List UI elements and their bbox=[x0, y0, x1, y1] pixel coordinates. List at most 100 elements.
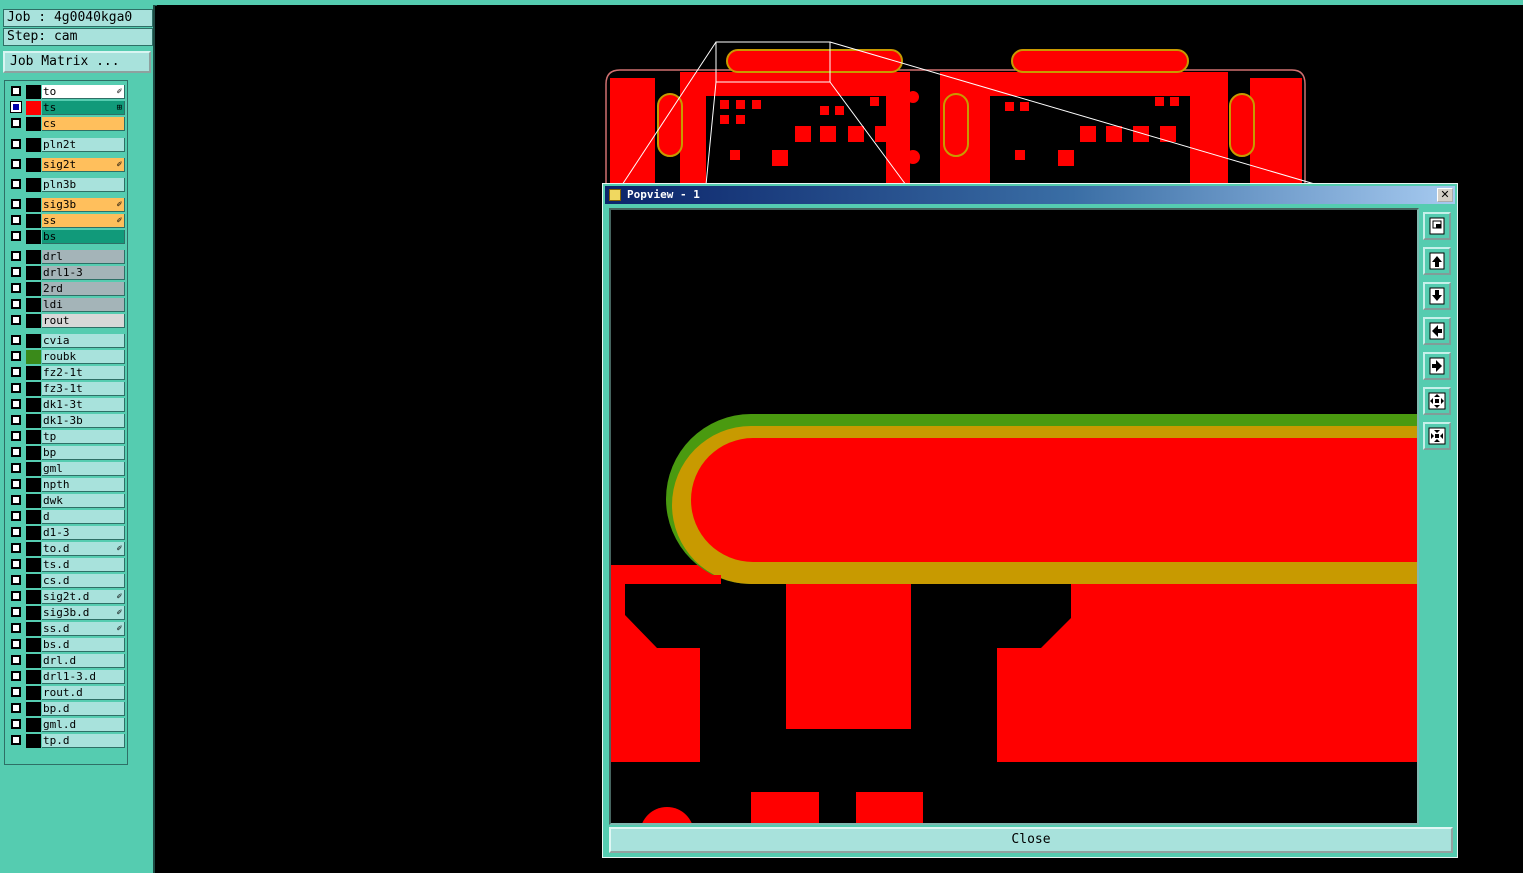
layer-checkbox[interactable] bbox=[11, 703, 21, 713]
layer-row[interactable]: ss.d ✐ bbox=[7, 621, 127, 637]
layer-row[interactable]: to ✐ bbox=[7, 84, 127, 100]
layer-row[interactable]: dk1-3t bbox=[7, 397, 127, 413]
layer-checkbox[interactable] bbox=[11, 575, 21, 585]
close-button[interactable]: Close bbox=[609, 827, 1453, 853]
layer-name[interactable]: npth bbox=[42, 478, 125, 492]
layer-color-swatch[interactable] bbox=[26, 478, 41, 492]
layer-name[interactable]: ss ✐ bbox=[42, 214, 125, 228]
layer-row[interactable]: tp.d bbox=[7, 733, 127, 749]
layer-color-swatch[interactable] bbox=[26, 266, 41, 280]
layer-checkbox[interactable] bbox=[11, 86, 21, 96]
layer-row[interactable]: bp.d bbox=[7, 701, 127, 717]
layer-color-swatch[interactable] bbox=[26, 366, 41, 380]
layer-name[interactable]: drl.d bbox=[42, 654, 125, 668]
layer-row[interactable]: cs.d bbox=[7, 573, 127, 589]
layer-checkbox[interactable] bbox=[11, 543, 21, 553]
layer-name[interactable]: drl bbox=[42, 250, 125, 264]
layer-name[interactable]: fz3-1t bbox=[42, 382, 125, 396]
layer-color-swatch[interactable] bbox=[26, 350, 41, 364]
layer-checkbox[interactable] bbox=[11, 415, 21, 425]
layer-color-swatch[interactable] bbox=[26, 250, 41, 264]
layer-row[interactable]: bs bbox=[7, 229, 127, 245]
layer-name[interactable]: to.d ✐ bbox=[42, 542, 125, 556]
layer-color-swatch[interactable] bbox=[26, 638, 41, 652]
layer-color-swatch[interactable] bbox=[26, 398, 41, 412]
layer-name[interactable]: tp.d bbox=[42, 734, 125, 748]
layer-row[interactable]: sig2t.d ✐ bbox=[7, 589, 127, 605]
layer-row[interactable]: fz2-1t bbox=[7, 365, 127, 381]
layer-checkbox[interactable] bbox=[11, 283, 21, 293]
layer-color-swatch[interactable] bbox=[26, 178, 41, 192]
pan-down-icon[interactable] bbox=[1423, 282, 1451, 310]
layer-checkbox[interactable] bbox=[11, 607, 21, 617]
layer-name[interactable]: cs.d bbox=[42, 574, 125, 588]
layer-color-swatch[interactable] bbox=[26, 101, 41, 115]
layer-row[interactable]: bp bbox=[7, 445, 127, 461]
layer-color-swatch[interactable] bbox=[26, 414, 41, 428]
layer-color-swatch[interactable] bbox=[26, 526, 41, 540]
layer-color-swatch[interactable] bbox=[26, 494, 41, 508]
layer-name[interactable]: pln2t bbox=[42, 138, 125, 152]
layer-color-swatch[interactable] bbox=[26, 446, 41, 460]
layer-color-swatch[interactable] bbox=[26, 670, 41, 684]
popview-titlebar[interactable]: Popview - 1 ✕ bbox=[605, 186, 1455, 204]
layer-name[interactable]: gml bbox=[42, 462, 125, 476]
layer-row[interactable]: d bbox=[7, 509, 127, 525]
layer-checkbox[interactable] bbox=[11, 367, 21, 377]
layer-name[interactable]: pln3b bbox=[42, 178, 125, 192]
layer-color-swatch[interactable] bbox=[26, 718, 41, 732]
layer-color-swatch[interactable] bbox=[26, 734, 41, 748]
layer-color-swatch[interactable] bbox=[26, 542, 41, 556]
layer-color-swatch[interactable] bbox=[26, 382, 41, 396]
layer-row[interactable]: drl1-3.d bbox=[7, 669, 127, 685]
layer-color-swatch[interactable] bbox=[26, 462, 41, 476]
layer-name[interactable]: 2rd bbox=[42, 282, 125, 296]
layer-color-swatch[interactable] bbox=[26, 314, 41, 328]
layer-name[interactable]: cs bbox=[42, 117, 125, 131]
layer-row[interactable]: cs bbox=[7, 116, 127, 132]
layer-name[interactable]: rout.d bbox=[42, 686, 125, 700]
layer-row[interactable]: drl bbox=[7, 249, 127, 265]
layer-color-swatch[interactable] bbox=[26, 702, 41, 716]
zoom-out-icon[interactable] bbox=[1423, 387, 1451, 415]
layer-name[interactable]: ts.d bbox=[42, 558, 125, 572]
layer-row[interactable]: tp bbox=[7, 429, 127, 445]
layer-name[interactable]: ss.d ✐ bbox=[42, 622, 125, 636]
layer-color-swatch[interactable] bbox=[26, 430, 41, 444]
layer-checkbox[interactable] bbox=[11, 559, 21, 569]
layer-name[interactable]: bp bbox=[42, 446, 125, 460]
layer-color-swatch[interactable] bbox=[26, 622, 41, 636]
layer-checkbox[interactable] bbox=[11, 399, 21, 409]
layer-name[interactable]: sig2t.d ✐ bbox=[42, 590, 125, 604]
layer-row[interactable]: gml.d bbox=[7, 717, 127, 733]
layer-name[interactable]: drl1-3.d bbox=[42, 670, 125, 684]
layer-name[interactable]: gml.d bbox=[42, 718, 125, 732]
layer-name[interactable]: sig3b ✐ bbox=[42, 198, 125, 212]
layer-name[interactable]: dk1-3t bbox=[42, 398, 125, 412]
layer-name[interactable]: roubk bbox=[42, 350, 125, 364]
layer-row[interactable]: ss ✐ bbox=[7, 213, 127, 229]
layer-row[interactable]: bs.d bbox=[7, 637, 127, 653]
layer-checkbox[interactable] bbox=[11, 299, 21, 309]
layer-checkbox[interactable] bbox=[11, 735, 21, 745]
layer-row[interactable]: fz3-1t bbox=[7, 381, 127, 397]
layer-name[interactable]: sig3b.d ✐ bbox=[42, 606, 125, 620]
layer-row[interactable]: ldi bbox=[7, 297, 127, 313]
layer-color-swatch[interactable] bbox=[26, 298, 41, 312]
layer-checkbox[interactable] bbox=[10, 101, 22, 113]
layer-row[interactable]: ts.d bbox=[7, 557, 127, 573]
layer-color-swatch[interactable] bbox=[26, 117, 41, 131]
layer-checkbox[interactable] bbox=[11, 118, 21, 128]
layer-row[interactable]: dwk bbox=[7, 493, 127, 509]
pan-right-icon[interactable] bbox=[1423, 352, 1451, 380]
layer-color-swatch[interactable] bbox=[26, 158, 41, 172]
layer-color-swatch[interactable] bbox=[26, 590, 41, 604]
layer-checkbox[interactable] bbox=[11, 527, 21, 537]
layer-checkbox[interactable] bbox=[11, 687, 21, 697]
layer-row[interactable]: dk1-3b bbox=[7, 413, 127, 429]
layer-row[interactable]: d1-3 bbox=[7, 525, 127, 541]
layer-name[interactable]: dk1-3b bbox=[42, 414, 125, 428]
layer-checkbox[interactable] bbox=[11, 251, 21, 261]
layer-checkbox[interactable] bbox=[11, 591, 21, 601]
layer-checkbox[interactable] bbox=[11, 267, 21, 277]
